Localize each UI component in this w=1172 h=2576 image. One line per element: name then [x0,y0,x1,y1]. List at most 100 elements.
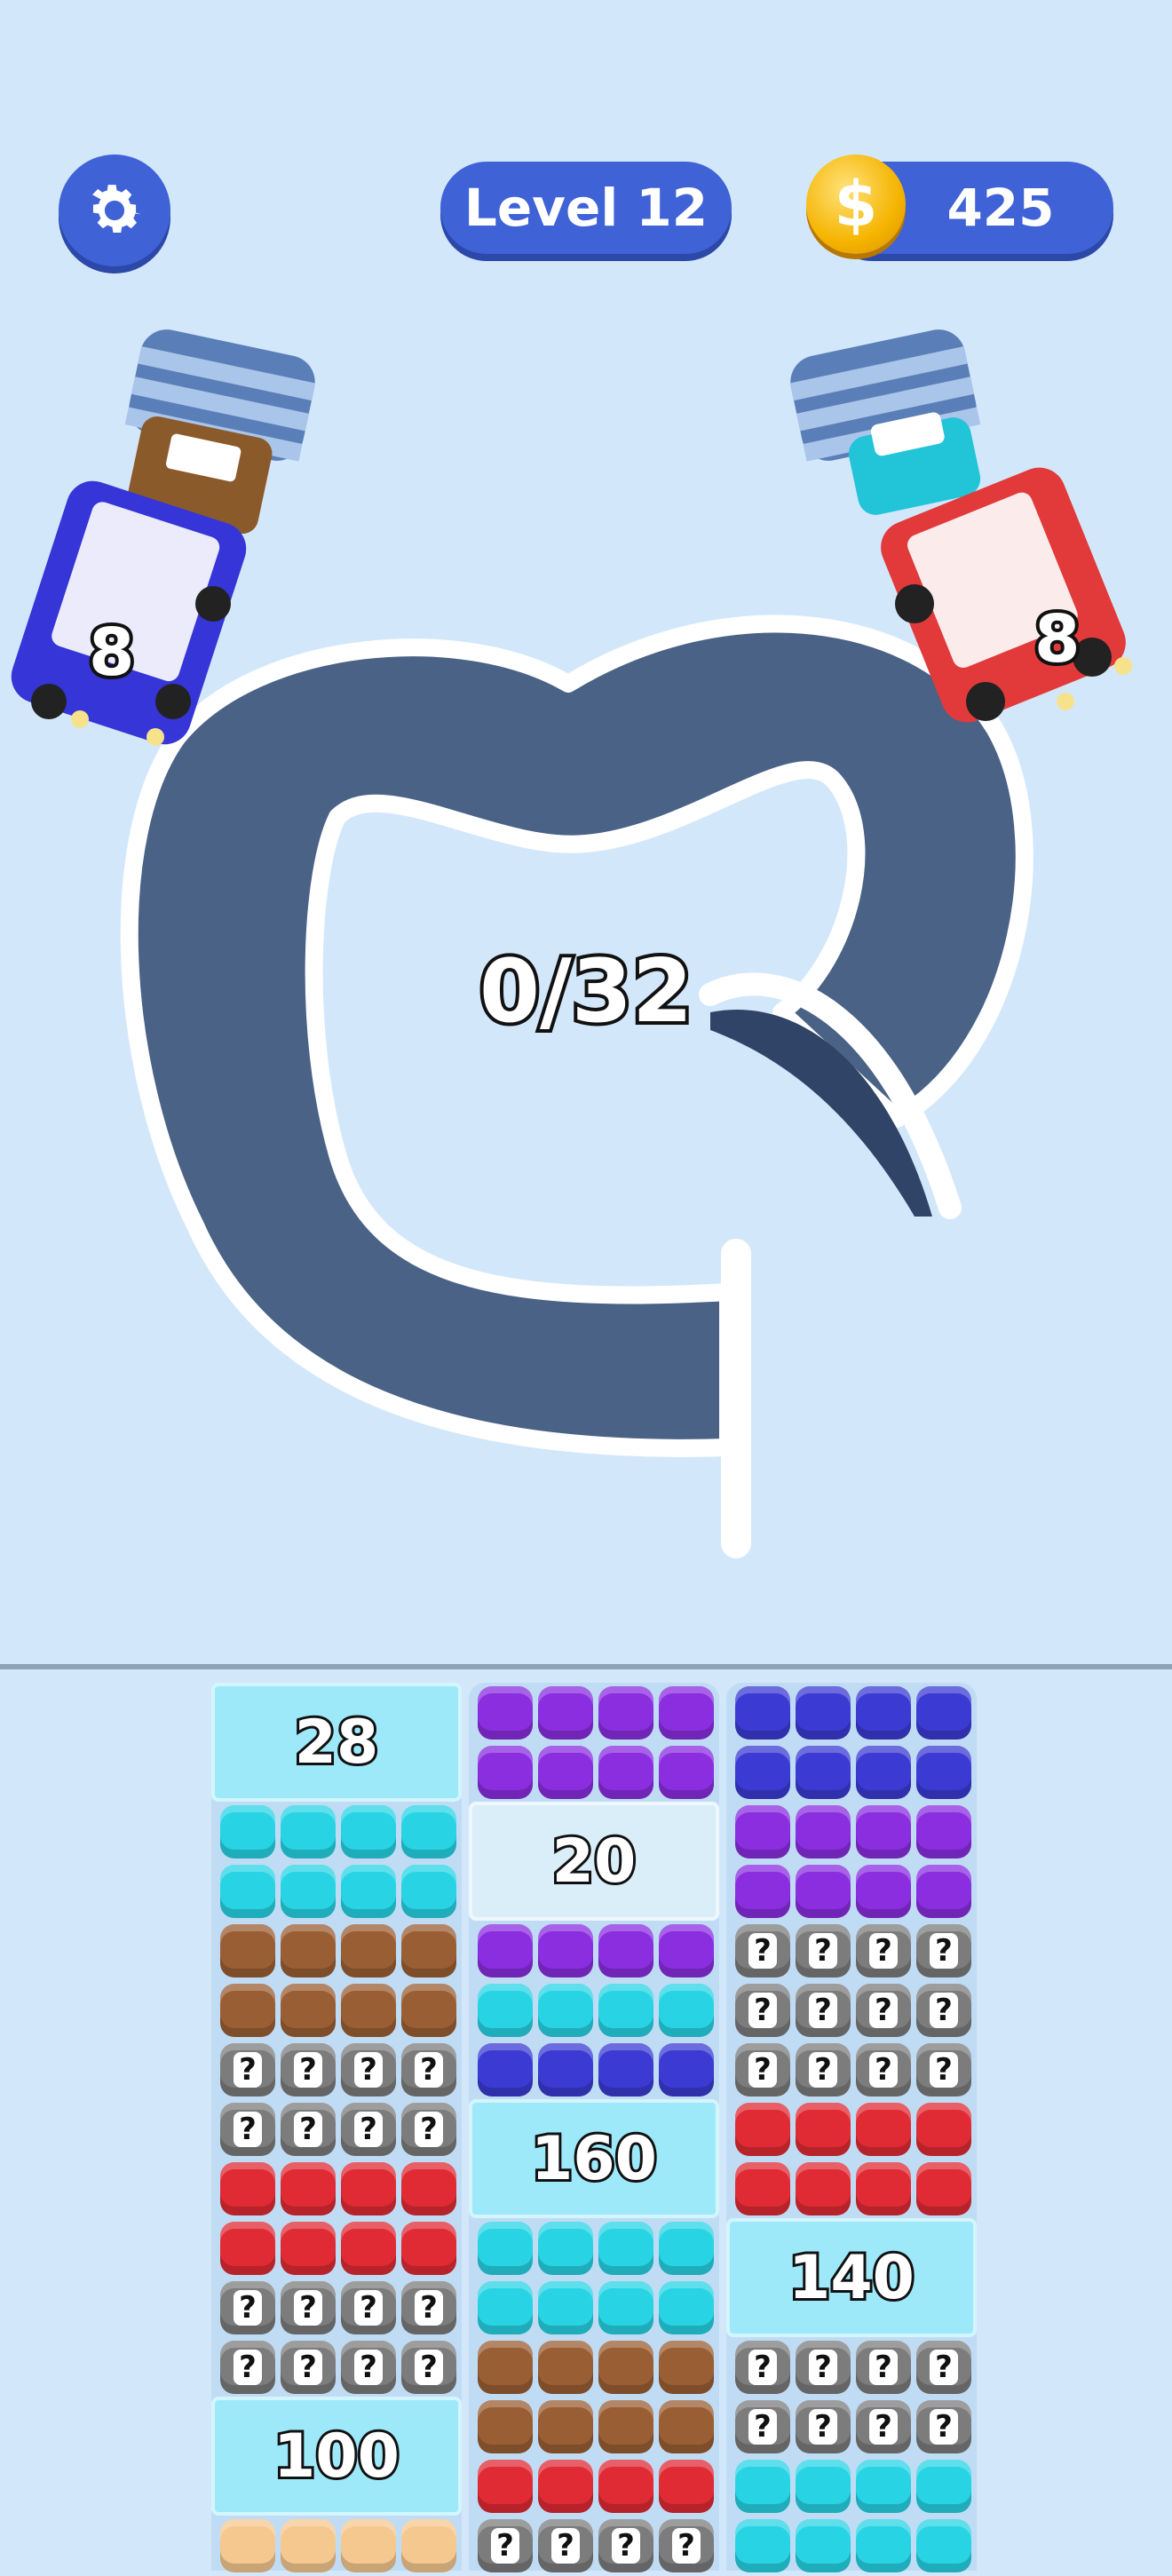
hidden-block: ? [598,2519,653,2572]
purple-block [796,1865,851,1918]
unlock-count: 28 [292,1705,382,1780]
conveyor-track [120,614,1033,1558]
level-indicator: Level 12 [440,162,732,254]
hidden-block: ? [341,2341,396,2394]
question-mark: ? [415,2052,443,2088]
cyan-block [796,2519,851,2572]
blue-block [478,2043,533,2096]
cyan-block [659,2222,714,2275]
block-row [211,2159,462,2219]
purple-block [538,1746,593,1799]
hidden-block: ? [856,1984,911,2037]
hidden-block: ? [735,1984,790,2037]
purple-block [598,1924,653,1978]
block-row: ???? [726,2397,977,2457]
blue-block [856,1686,911,1740]
hidden-block: ? [856,1924,911,1978]
cyan-block [281,1865,336,1918]
red-block [401,2222,456,2275]
block-row [469,2278,719,2338]
settings-button[interactable] [59,155,170,266]
red-block [856,2162,911,2215]
hidden-block: ? [401,2043,456,2096]
block-tray: 28???????????????? 100 20 160???? ????????… [0,1669,1172,2572]
block-row [469,1980,719,2041]
question-mark: ? [869,2052,898,2088]
block-row [469,2337,719,2398]
cyan-block [401,1805,456,1859]
block-column[interactable]: ???????????? 140???????? [726,1683,977,2572]
brown-block [401,1984,456,2037]
red-block [796,2162,851,2215]
block-column[interactable]: 20 160???? [469,1683,719,2572]
question-mark: ? [415,2112,443,2147]
hidden-block: ? [916,2043,971,2096]
cyan-block [478,1984,533,2037]
unlock-count: 100 [271,2419,402,2494]
question-mark: ? [930,2409,958,2445]
question-mark: ? [354,2350,383,2385]
purple-block [598,1746,653,1799]
block-row: ???? [726,2337,977,2398]
block-row [726,1861,977,1922]
hidden-block: ? [538,2519,593,2572]
hidden-block: ? [220,2281,275,2334]
brown-block [538,2341,593,2394]
question-mark: ? [748,1933,777,1969]
red-block [281,2162,336,2215]
block-row: ???? [211,2040,462,2100]
brown-block [659,2400,714,2453]
block-row [469,2218,719,2279]
question-mark: ? [809,2350,837,2385]
purple-block [916,1805,971,1859]
red-block [341,2222,396,2275]
hidden-block: ? [281,2281,336,2334]
brown-block [598,2341,653,2394]
red-block [220,2222,275,2275]
peach-block [341,2519,396,2572]
hidden-block: ? [735,2400,790,2453]
hidden-block: ? [796,1984,851,2037]
unlock-count: 20 [550,1824,639,1899]
brown-block [220,1924,275,1978]
blue-block [735,1686,790,1740]
question-mark: ? [748,2350,777,2385]
cyan-block [281,1805,336,1859]
hidden-block: ? [341,2103,396,2156]
block-row: ???? [469,2516,719,2576]
hidden-block: ? [916,2400,971,2453]
hidden-block: ? [856,2043,911,2096]
red-block [659,2460,714,2513]
hidden-block: ? [916,1984,971,2037]
block-row [726,1683,977,1743]
hidden-block: ? [856,2341,911,2394]
question-mark: ? [748,2052,777,2088]
cyan-block [916,2519,971,2572]
block-row: ???? [726,1921,977,1981]
question-mark: ? [234,2112,262,2147]
question-mark: ? [809,2409,837,2445]
question-mark: ? [234,2290,262,2326]
question-mark: ? [930,1933,958,1969]
purple-block [735,1865,790,1918]
red-block [916,2103,971,2156]
purple-block [538,1924,593,1978]
question-mark: ? [354,2290,383,2326]
cyan-block [538,1984,593,2037]
hidden-block: ? [220,2341,275,2394]
question-mark: ? [809,1933,837,1969]
block-row: ???? [726,2040,977,2100]
hidden-block: ? [341,2281,396,2334]
question-mark: ? [930,2052,958,2088]
frozen-block-group: 160 [469,2099,719,2218]
question-mark: ? [354,2052,383,2088]
block-row [726,1742,977,1803]
block-row [211,1802,462,1862]
brown-block [281,1984,336,2037]
brown-block [401,1924,456,1978]
question-mark: ? [234,2350,262,2385]
block-row [211,1861,462,1922]
cyan-block [598,1984,653,2037]
hidden-block: ? [735,1924,790,1978]
block-column[interactable]: 28???????????????? 100 [211,1683,462,2572]
